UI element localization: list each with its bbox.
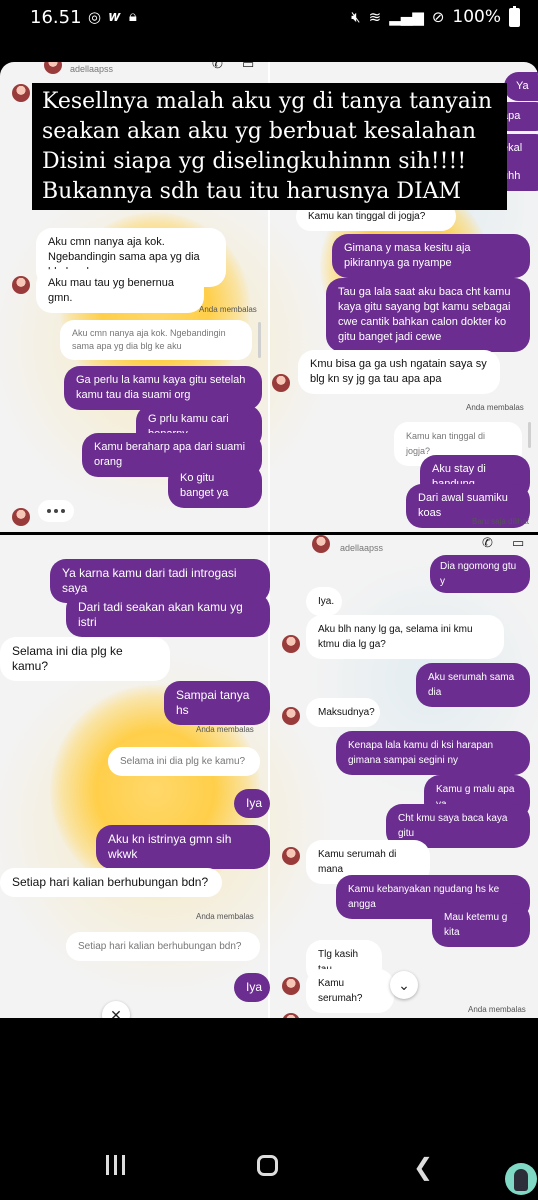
incoming-message[interactable]: Iya.: [306, 587, 342, 616]
status-bar: 16.51 ◎ 𝒘 🔒︎ 🔇︎ ≋ ▂▄▆ ⊘ 100%: [0, 0, 538, 36]
scroll-down-icon[interactable]: ⌄: [390, 971, 418, 999]
status-time: 16.51: [30, 7, 82, 28]
home-icon[interactable]: [257, 1155, 278, 1176]
avatar[interactable]: [282, 635, 300, 653]
caption-line: seakan akan aku yg berbuat kesalahan: [42, 119, 477, 144]
quoted-message[interactable]: Selama ini dia plg ke kamu?: [108, 747, 260, 776]
outgoing-message[interactable]: Iya: [234, 789, 270, 818]
battery-percent: 100%: [452, 7, 501, 27]
outgoing-message[interactable]: Ya: [504, 72, 538, 101]
outgoing-message[interactable]: Dari tadi seakan akan kamu yg istri: [66, 593, 270, 637]
app-w-icon: 𝒘: [109, 8, 121, 25]
chat-screenshot-2: Ya karna kamu dari tadi introgasi saya D…: [0, 535, 538, 1018]
avatar[interactable]: [282, 847, 300, 865]
outgoing-message[interactable]: Ko gitu banget ya: [168, 464, 262, 508]
incoming-message[interactable]: Setiap hari kalian berhubungan bdn?: [0, 868, 222, 897]
signal-icon: ▂▄▆: [389, 8, 424, 26]
outgoing-message[interactable]: Aku kn istrinya gmn sih wkwk: [96, 825, 270, 869]
incoming-message[interactable]: Kamu serumah?: [306, 969, 394, 1013]
video-icon[interactable]: ▭: [242, 62, 254, 72]
avatar[interactable]: [282, 977, 300, 995]
instagram-icon: ◎: [88, 9, 102, 26]
outgoing-message[interactable]: Aku serumah sama dia: [416, 663, 530, 707]
username-handle: adellaapss: [70, 64, 114, 74]
phone-icon[interactable]: ✆: [482, 535, 493, 551]
back-icon[interactable]: ❮: [413, 1153, 433, 1181]
avatar[interactable]: [12, 84, 30, 102]
close-icon[interactable]: ✕: [102, 1001, 130, 1018]
reply-label: Anda membalas: [468, 1005, 526, 1014]
outgoing-message[interactable]: Dia ngomong gtu y: [430, 555, 530, 593]
outgoing-message[interactable]: Mau ketemu g kita: [432, 903, 530, 947]
assistant-avatar-icon[interactable]: [505, 1163, 537, 1195]
incoming-message[interactable]: Aku mau tau yg benernua gmn.: [36, 269, 204, 313]
avatar[interactable]: [282, 1013, 300, 1018]
mute-icon: 🔇︎: [351, 8, 361, 26]
outgoing-message[interactable]: Kenapa lala kamu di ksi harapan gimana s…: [336, 731, 530, 775]
quoted-message[interactable]: Setiap hari kalian berhubungan bdn?: [66, 932, 260, 961]
wifi-icon: ≋: [368, 8, 382, 26]
video-icon[interactable]: ▭: [512, 535, 524, 551]
navigation-bar: ❮: [0, 1125, 538, 1200]
avatar[interactable]: [272, 374, 290, 392]
caption-line: Bukannya sdh tau itu harusnya DIAM: [42, 179, 462, 204]
caption-overlay: Kesellnya malah aku yg di tanya tanyain …: [32, 83, 507, 210]
avatar[interactable]: [12, 276, 30, 294]
battery-icon: [509, 5, 520, 27]
reply-label: Anda membalas: [199, 305, 257, 314]
outgoing-message[interactable]: Sampai tanya hs: [164, 681, 270, 725]
reply-label: Anda membalas: [466, 403, 524, 412]
avatar[interactable]: [12, 508, 30, 526]
incoming-message[interactable]: Maksudnya?: [306, 698, 380, 727]
do-not-disturb-icon: ⊘: [431, 8, 445, 26]
phone-icon[interactable]: ✆: [212, 62, 223, 72]
caption-line: Disini siapa yg diselingkuhinnn sih!!!!: [42, 149, 467, 174]
avatar[interactable]: [282, 707, 300, 725]
outgoing-message[interactable]: Ga perlu la kamu kaya gitu setelah kamu …: [64, 366, 262, 410]
typing-indicator: [38, 500, 74, 522]
reply-label: Anda membalas: [196, 912, 254, 921]
lock-icon: 🔒︎: [128, 8, 137, 25]
recent-apps-icon[interactable]: [106, 1155, 125, 1175]
avatar[interactable]: [44, 62, 62, 74]
outgoing-message[interactable]: Gimana y masa kesitu aja pikirannya ga n…: [332, 234, 530, 278]
incoming-message[interactable]: Selama ini dia plg ke kamu?: [0, 637, 170, 681]
incoming-message[interactable]: Kmu bisa ga ga ush ngatain saya sy blg k…: [298, 350, 500, 394]
outgoing-message[interactable]: Iya: [234, 973, 270, 1002]
quoted-message[interactable]: Aku cmn nanya aja kok. Ngebandingin sama…: [60, 320, 252, 360]
username-handle: adellaapss: [340, 543, 384, 553]
reply-label: Anda membalas: [196, 725, 254, 734]
avatar[interactable]: [312, 535, 330, 553]
incoming-message[interactable]: Aku blh nany lg ga, selama ini kmu ktmu …: [306, 615, 504, 659]
outgoing-message[interactable]: Tau ga lala saat aku baca cht kamu kaya …: [326, 278, 530, 352]
caption-line: Kesellnya malah aku yg di tanya tanyain: [42, 89, 493, 114]
seen-status: Baru saja dilihat: [472, 517, 529, 526]
